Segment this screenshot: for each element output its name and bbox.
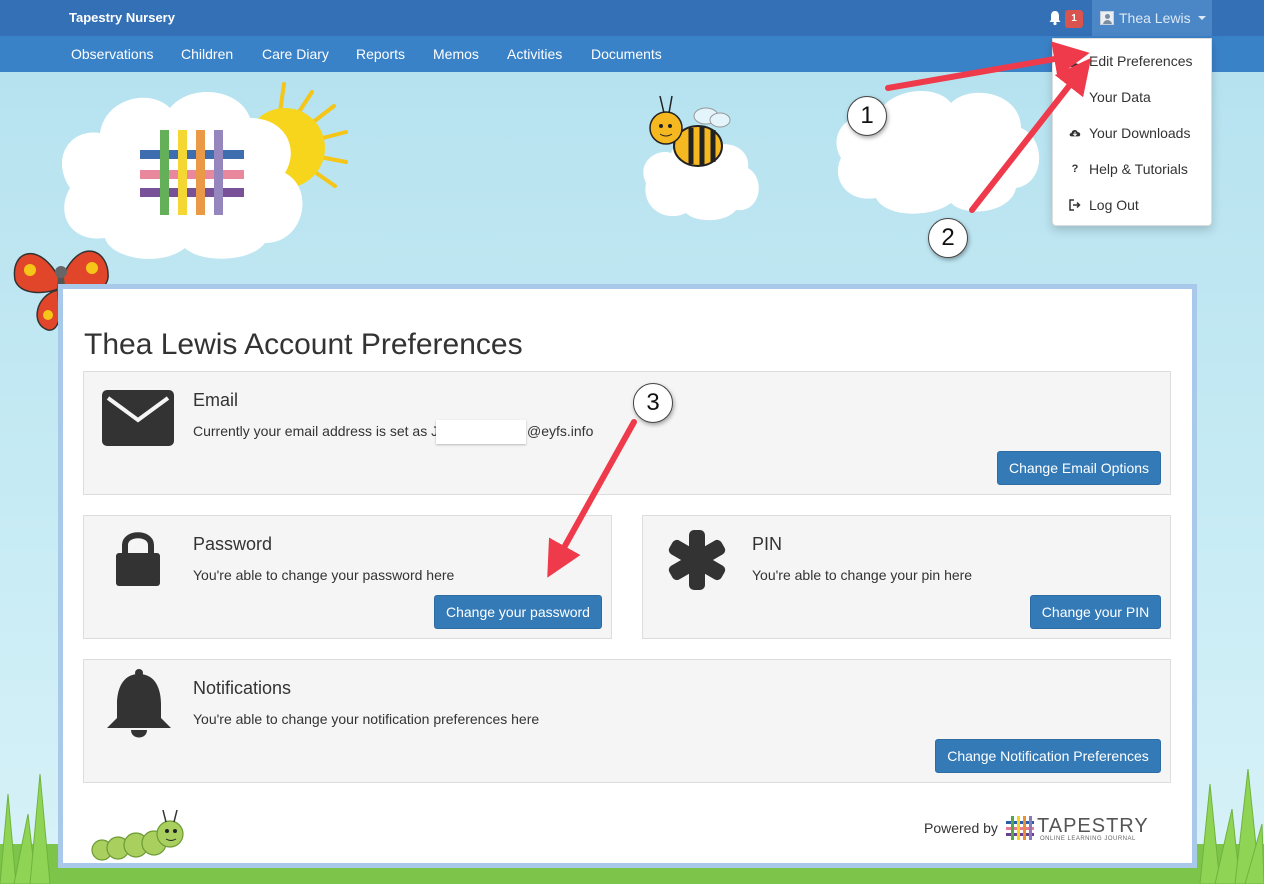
powered-by-label: Powered by xyxy=(924,820,998,836)
email-text-prefix: Currently your email address is set as J xyxy=(193,423,439,439)
callout-2: 2 xyxy=(928,218,968,258)
menu-item-log-out[interactable]: Log Out xyxy=(1053,187,1211,223)
email-title: Email xyxy=(193,390,239,410)
email-text-suffix: @eyfs.info xyxy=(527,423,594,439)
user-name: Thea Lewis xyxy=(1119,10,1191,26)
password-title: Password xyxy=(193,534,273,554)
logo-cloud-decoration xyxy=(61,82,348,259)
redaction-box xyxy=(436,420,526,444)
nav-observations[interactable]: Observations xyxy=(71,46,153,62)
bee-cloud-decoration xyxy=(643,95,759,221)
notification-bell-icon[interactable] xyxy=(1047,10,1063,26)
menu-item-label: Log Out xyxy=(1089,197,1139,213)
nav-activities[interactable]: Activities xyxy=(507,46,562,62)
bell-icon xyxy=(107,669,171,738)
lock-icon xyxy=(116,532,160,586)
notifications-text: You're able to change your notification … xyxy=(193,711,540,727)
question-icon: ? xyxy=(1071,163,1079,175)
nav-care-diary[interactable]: Care Diary xyxy=(262,46,329,62)
menu-item-label: Your Data xyxy=(1089,89,1151,105)
menu-item-your-downloads[interactable]: Your Downloads xyxy=(1053,115,1211,151)
app-brand[interactable]: Tapestry Nursery xyxy=(69,10,175,25)
log-out-icon xyxy=(1069,199,1081,211)
tapestry-logo-subtitle: ONLINE LEARNING JOURNAL xyxy=(1040,836,1136,842)
caret-down-icon xyxy=(1197,16,1206,20)
tapestry-logo-icon xyxy=(1006,816,1034,840)
nav-reports[interactable]: Reports xyxy=(356,46,405,62)
caterpillar-decoration xyxy=(91,809,184,861)
user-icon xyxy=(1070,55,1080,67)
pin-text: You're able to change your pin here xyxy=(752,567,973,583)
callout-3: 3 xyxy=(633,383,673,423)
change-password-button[interactable]: Change your password xyxy=(434,595,602,629)
user-dropdown-menu: Edit Preferences Your Data Your Download… xyxy=(1052,38,1212,226)
notifications-title: Notifications xyxy=(193,678,292,698)
data-icon xyxy=(1069,91,1081,103)
password-text: You're able to change your password here xyxy=(193,567,455,583)
menu-item-help-tutorials[interactable]: ? Help & Tutorials xyxy=(1053,151,1211,187)
nav-memos[interactable]: Memos xyxy=(433,46,479,62)
nav-documents[interactable]: Documents xyxy=(591,46,662,62)
page-title: Thea Lewis Account Preferences xyxy=(84,328,523,361)
tapestry-logo-text: TAPESTRY xyxy=(1037,815,1149,837)
callout-1: 1 xyxy=(847,96,887,136)
change-email-options-button[interactable]: Change Email Options xyxy=(997,451,1161,485)
notification-count-badge[interactable]: 1 xyxy=(1065,10,1083,28)
menu-item-label: Edit Preferences xyxy=(1089,53,1193,69)
menu-item-label: Your Downloads xyxy=(1089,125,1191,141)
asterisk-icon xyxy=(668,530,726,590)
menu-item-label: Help & Tutorials xyxy=(1089,161,1188,177)
change-pin-button[interactable]: Change your PIN xyxy=(1030,595,1161,629)
cloud-download-icon xyxy=(1069,129,1081,137)
menu-item-edit-preferences[interactable]: Edit Preferences xyxy=(1053,43,1211,79)
avatar-icon xyxy=(1100,11,1114,25)
user-menu-toggle[interactable]: Thea Lewis xyxy=(1092,0,1212,36)
envelope-icon xyxy=(102,390,174,446)
change-notification-preferences-button[interactable]: Change Notification Preferences xyxy=(935,739,1161,773)
nav-children[interactable]: Children xyxy=(181,46,233,62)
menu-item-your-data[interactable]: Your Data xyxy=(1053,79,1211,115)
pin-title: PIN xyxy=(752,534,783,554)
